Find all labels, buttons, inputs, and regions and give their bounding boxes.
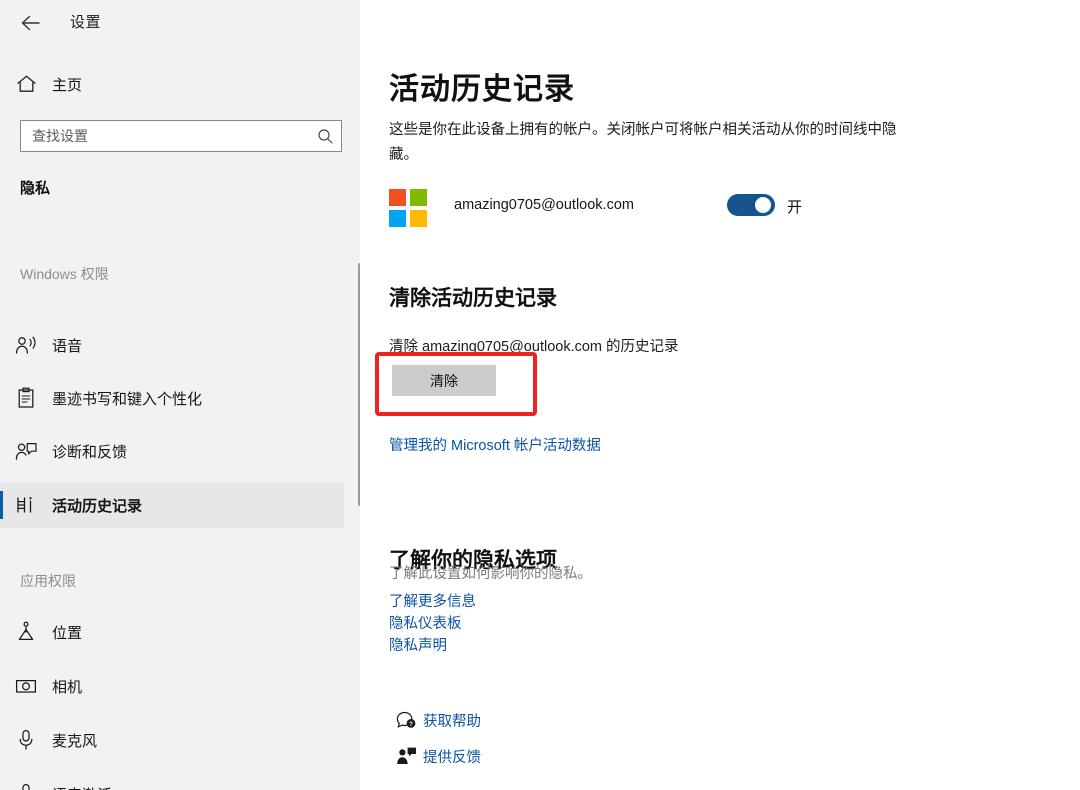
get-help-label: 获取帮助: [423, 713, 481, 730]
sidebar-group-heading-apps: 应用权限: [20, 573, 76, 589]
back-arrow-icon[interactable]: [16, 8, 46, 38]
feedback-person-icon: [389, 746, 423, 766]
account-toggle-label: 开: [787, 199, 803, 216]
clear-button[interactable]: 清除: [392, 365, 496, 396]
sidebar-item-voice[interactable]: 语音: [0, 322, 344, 368]
learn-more-link[interactable]: 了解更多信息: [389, 590, 476, 611]
clear-history-heading: 清除活动历史记录: [389, 287, 557, 310]
search-icon[interactable]: [309, 128, 341, 145]
sidebar-item-inking-typing-label: 墨迹书写和键入个性化: [52, 390, 203, 408]
settings-window: 设置 主页 隐私 Windows 权限: [0, 0, 1080, 790]
sidebar-item-diagnostics-feedback[interactable]: 诊断和反馈: [0, 428, 344, 474]
app-title: 设置: [70, 14, 102, 31]
microphone-icon: [0, 729, 52, 751]
sidebar-item-voice-activation[interactable]: 语音激活: [0, 771, 344, 790]
microsoft-logo-icon: [389, 189, 427, 227]
page-title: 活动历史记录: [389, 73, 575, 106]
account-toggle[interactable]: [727, 194, 775, 216]
home-icon: [0, 74, 52, 94]
sidebar-item-microphone-label: 麦克风: [52, 732, 98, 750]
search-box[interactable]: [20, 120, 342, 152]
privacy-statement-link[interactable]: 隐私声明: [389, 634, 447, 655]
sidebar-item-activity-history-label: 活动历史记录: [52, 497, 143, 515]
toggle-knob: [755, 197, 771, 213]
activity-history-icon: [0, 495, 52, 515]
get-help-link[interactable]: ? 获取帮助: [389, 707, 481, 733]
privacy-options-note: 了解此设置如何影响你的隐私。: [389, 566, 592, 582]
sidebar-item-voice-activation-label: 语音激活: [52, 784, 112, 790]
person-feedback-icon: [0, 441, 52, 462]
sidebar-item-location-label: 位置: [52, 624, 83, 642]
help-question-icon: ?: [389, 711, 423, 730]
clipboard-pen-icon: [0, 387, 52, 409]
sidebar-item-camera[interactable]: 相机: [0, 663, 344, 709]
voice-icon: [0, 335, 52, 356]
svg-text:?: ?: [409, 721, 413, 728]
sidebar-item-microphone[interactable]: 麦克风: [0, 717, 344, 763]
manage-account-activity-link[interactable]: 管理我的 Microsoft 帐户活动数据: [389, 434, 601, 455]
sidebar-scrollbar-thumb[interactable]: [358, 263, 360, 506]
give-feedback-link[interactable]: 提供反馈: [389, 743, 481, 769]
sidebar-item-inking-typing[interactable]: 墨迹书写和键入个性化: [0, 375, 344, 421]
clear-history-description: 清除 amazing0705@outlook.com 的历史记录: [389, 339, 679, 355]
sidebar-item-home[interactable]: 主页: [0, 66, 340, 102]
sidebar-item-location[interactable]: 位置: [0, 609, 344, 655]
sidebar-group-heading-windows: Windows 权限: [20, 266, 109, 282]
privacy-dashboard-link[interactable]: 隐私仪表板: [389, 612, 462, 633]
sidebar-item-activity-history[interactable]: 活动历史记录: [0, 482, 344, 528]
account-email: amazing0705@outlook.com: [454, 197, 634, 213]
give-feedback-label: 提供反馈: [423, 749, 481, 766]
sidebar-category-title: 隐私: [20, 180, 51, 197]
sidebar-item-voice-label: 语音: [52, 337, 83, 355]
voice-activation-icon: [0, 783, 52, 790]
page-description: 这些是你在此设备上拥有的帐户。关闭帐户可将帐户相关活动从你的时间线中隐藏。: [389, 122, 897, 163]
sidebar-item-home-label: 主页: [52, 76, 83, 94]
account-row: amazing0705@outlook.com 开: [389, 186, 819, 230]
main-content: 活动历史记录 这些是你在此设备上拥有的帐户。关闭帐户可将帐户相关活动从你的时间线…: [363, 0, 1080, 790]
search-input[interactable]: [21, 128, 309, 144]
sidebar-item-camera-label: 相机: [52, 678, 83, 696]
sidebar-titlebar: 设置: [0, 0, 360, 46]
sidebar-item-diagnostics-feedback-label: 诊断和反馈: [52, 443, 128, 461]
camera-icon: [0, 677, 52, 695]
location-icon: [0, 621, 52, 643]
sidebar: 设置 主页 隐私 Windows 权限: [0, 0, 360, 790]
